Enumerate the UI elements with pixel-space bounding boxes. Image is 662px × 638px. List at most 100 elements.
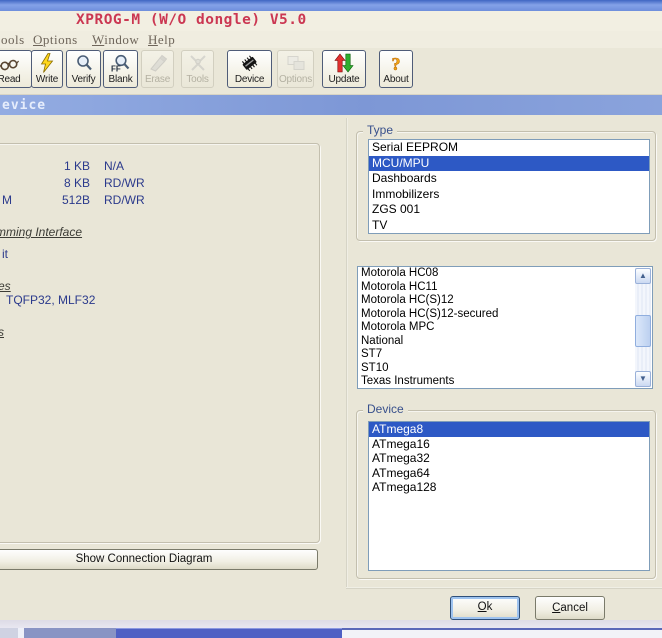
toolbar-button-blank[interactable]: FFBlank [103,50,138,88]
ok-button[interactable]: Ok [450,596,520,620]
list-item[interactable]: ZGS 001 [369,202,649,218]
list-item[interactable]: TV [369,218,649,234]
toolbar-button-update[interactable]: Update [322,50,366,88]
taskbar-button-active[interactable] [116,628,342,638]
programming-interface-heading: mming Interface [0,225,82,239]
taskbar-button[interactable] [24,628,116,638]
type-list[interactable]: Serial EEPROMMCU/MPUDashboardsImmobilize… [368,139,650,234]
child-title-bar: evice [0,95,662,115]
menu-item-window[interactable]: Window [92,31,139,48]
list-item[interactable]: ST10 [358,362,635,376]
memory-size: 1 KB [52,158,90,175]
magnifier-icon [73,53,95,73]
list-item[interactable]: Texas Instruments [358,375,635,389]
toolbar-button-device[interactable]: Device [227,50,272,88]
toolbar-button-label: Write [36,74,58,85]
lightning-icon [36,53,58,73]
list-item[interactable]: Motorola HC(S)12-secured [358,308,635,322]
menu-item-help[interactable]: Help [148,31,175,48]
toolbar-button-about[interactable]: ?About [379,50,413,88]
manufacturer-list-items: Motorola HC08Motorola HC11Motorola HC(S)… [358,267,635,389]
scroll-up-button[interactable]: ▲ [635,268,651,284]
question-icon: ? [385,53,407,73]
dialog-body: 1 KB N/A 8 KB RD/WR M 512B RD/WR mming Interfa… [0,115,662,622]
toolbar-button-label: About [383,74,408,85]
manufacturer-list[interactable]: Motorola HC08Motorola HC11Motorola HC(S)… [357,266,653,389]
memory-size: 8 KB [52,175,90,192]
list-item[interactable]: Immobilizers [369,187,649,203]
toolbar-button-label: Device [235,74,264,85]
toolbar-button-options: Options [277,50,314,88]
memory-access: N/A [104,158,124,175]
memory-row: M 512B RD/WR [0,192,320,209]
windows-icon [285,53,307,73]
taskbar [0,628,662,638]
toolbar-button-write[interactable]: Write [31,50,63,88]
list-item[interactable]: ATmega16 [369,437,649,452]
list-item[interactable]: ATmega8 [369,422,649,437]
memory-name: M [2,192,12,209]
toolbar-button-label: Read [0,74,21,85]
device-list[interactable]: ATmega8ATmega16ATmega32ATmega64ATmega128 [368,421,650,571]
svg-text:FF: FF [111,65,121,74]
memory-access: RD/WR [104,175,145,192]
glasses-icon [0,53,20,73]
title-bar: XPROG-M (W/O dongle) V5.0 [0,11,662,31]
window-bottom-border [0,620,662,628]
list-item[interactable]: Motorola HC(S)12 [358,294,635,308]
xprog-window: XPROG-M (W/O dongle) V5.0 ools Options Win… [0,0,662,638]
type-group-label: Type [363,123,397,137]
toolbar-button-label: Update [328,74,359,85]
panel-divider [346,118,348,588]
svg-text:?: ? [392,54,401,73]
scroll-down-button[interactable]: ▼ [635,371,651,387]
adapters-heading: s [0,325,4,339]
toolbar-button-verify[interactable]: Verify [66,50,101,88]
tools-icon [187,53,209,73]
list-item[interactable]: Motorola HC08 [358,267,635,281]
menu-item-options[interactable]: Options [33,31,78,48]
programming-interface-value: it [2,247,8,261]
packages-value: TQFP32, MLF32 [6,293,95,307]
device-group-label: Device [363,402,408,416]
list-item[interactable]: ATmega128 [369,480,649,495]
list-item[interactable]: MCU/MPU [369,156,649,172]
eraser-icon [147,53,169,73]
packages-heading: es [0,279,11,293]
toolbar-button-label: Blank [108,74,132,85]
memory-access: RD/WR [104,192,145,209]
list-item[interactable]: ATmega64 [369,466,649,481]
list-item[interactable]: Serial EEPROM [369,140,649,156]
toolbar-button-label: Erase [145,74,170,85]
list-item[interactable]: ST7 [358,348,635,362]
update-arrows-icon [333,53,355,73]
scrollbar-thumb[interactable] [635,315,651,347]
list-item[interactable]: Motorola HC11 [358,281,635,295]
toolbar: Read Write Verify FFBlank Erase Tools Device Op… [0,48,662,95]
memory-size: 512B [52,192,90,209]
manufacturer-scrollbar[interactable]: ▲ ▼ [635,268,651,387]
toolbar-button-read[interactable]: Read [0,50,32,88]
toolbar-button-tools: Tools [181,50,214,88]
list-item[interactable]: National [358,335,635,349]
child-window-title: evice [0,98,46,113]
list-item[interactable]: Dashboards [369,171,649,187]
memory-row: 8 KB RD/WR [0,175,320,192]
taskbar-left-area [0,628,18,638]
window-top-border [0,0,662,11]
memory-row: 1 KB N/A [0,158,320,175]
chip-icon [239,53,261,73]
toolbar-button-label: Options [279,74,312,85]
list-item[interactable]: Motorola MPC [358,321,635,335]
menu-item-ools[interactable]: ools [1,31,25,48]
cancel-button[interactable]: Cancel [535,596,605,620]
list-item[interactable]: ATmega32 [369,451,649,466]
toolbar-button-label: Tools [186,74,208,85]
toolbar-button-label: Verify [72,74,96,85]
window-title: XPROG-M (W/O dongle) V5.0 [76,12,307,28]
show-connection-diagram-button[interactable]: Show Connection Diagram [0,549,318,570]
panel-bottom-edge [346,587,662,589]
menu-bar: ools Options Window Help [0,31,662,48]
toolbar-button-erase: Erase [141,50,174,88]
magnifier-ff-icon: FF [110,53,132,73]
